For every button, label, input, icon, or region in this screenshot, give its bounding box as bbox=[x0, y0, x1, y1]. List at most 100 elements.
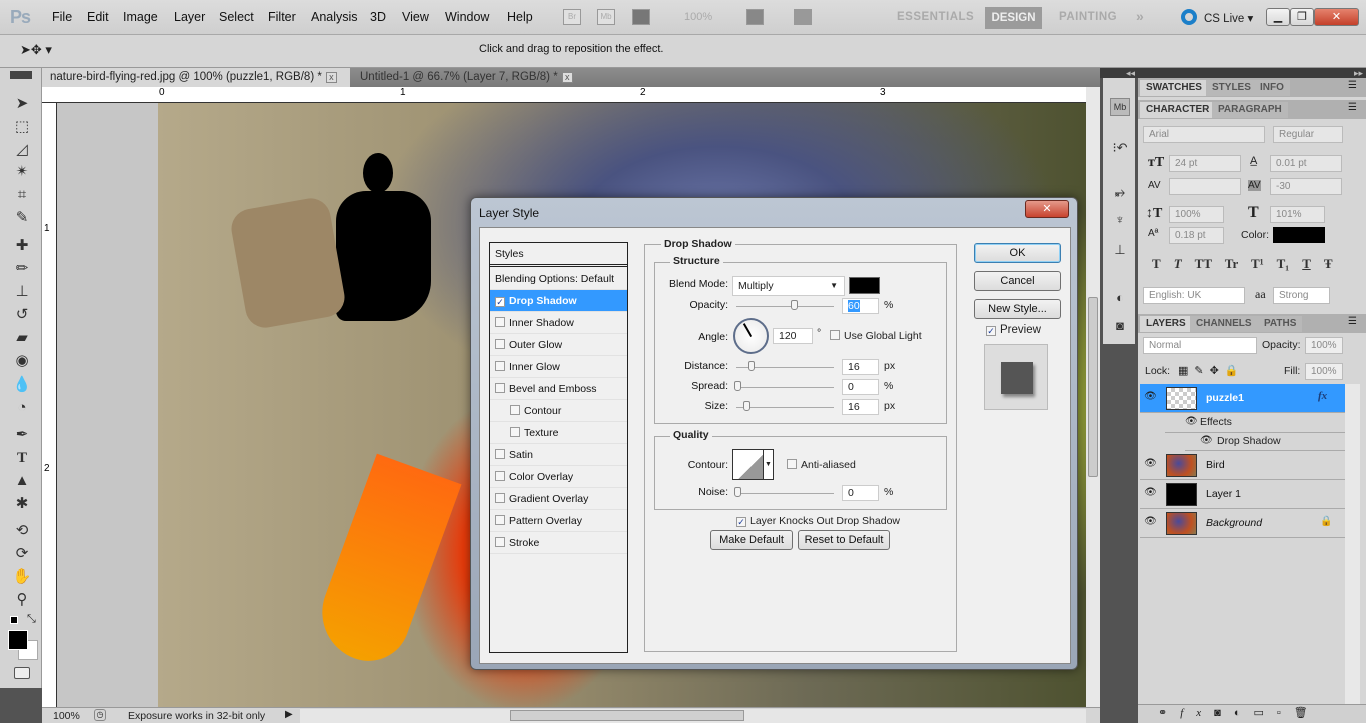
opacity-input[interactable]: 60 bbox=[842, 298, 879, 314]
text-color-swatch[interactable] bbox=[1273, 227, 1325, 243]
spread-input[interactable]: 0 bbox=[842, 379, 879, 395]
tab-paragraph[interactable]: PARAGRAPH bbox=[1212, 102, 1288, 118]
crop-tool-icon[interactable]: ⌗ bbox=[12, 185, 32, 205]
size-slider-thumb[interactable] bbox=[743, 401, 750, 411]
delete-layer-icon[interactable]: 🗑 bbox=[1294, 707, 1321, 719]
brush-presets-panel-icon[interactable]: ⥵ bbox=[1110, 184, 1130, 202]
checkbox[interactable] bbox=[495, 449, 505, 459]
underline-button[interactable]: T bbox=[1302, 256, 1310, 271]
checkbox[interactable] bbox=[495, 361, 505, 371]
close-window-button[interactable]: ✕ bbox=[1314, 8, 1359, 26]
antialias-select[interactable]: Strong bbox=[1273, 287, 1330, 304]
style-item-bevel-and-emboss[interactable]: Bevel and Emboss bbox=[490, 378, 627, 400]
eye-icon[interactable]: 👁 bbox=[1143, 458, 1158, 471]
size-input[interactable]: 16 bbox=[842, 399, 879, 415]
checkbox[interactable] bbox=[495, 339, 505, 349]
history-panel-icon[interactable]: ⁝↶ bbox=[1110, 140, 1130, 158]
size-slider[interactable] bbox=[736, 407, 834, 408]
language-select[interactable]: English: UK bbox=[1143, 287, 1245, 304]
eye-icon[interactable]: 👁 bbox=[1143, 487, 1158, 500]
close-tab-icon[interactable]: x bbox=[325, 72, 337, 83]
panel-menu-icon[interactable]: ☰ bbox=[1348, 80, 1357, 91]
cs-live-icon[interactable] bbox=[1181, 9, 1197, 25]
style-item-inner-shadow[interactable]: Inner Shadow bbox=[490, 312, 627, 334]
puzzle-piece[interactable] bbox=[228, 195, 348, 331]
tab-swatches[interactable]: SWATCHES bbox=[1140, 80, 1208, 96]
font-style-select[interactable]: Regular bbox=[1273, 126, 1343, 143]
menu-edit[interactable]: Edit bbox=[87, 10, 109, 24]
tab-character[interactable]: CHARACTER bbox=[1140, 102, 1216, 118]
cancel-button[interactable]: Cancel bbox=[974, 271, 1061, 291]
eyedropper-tool-icon[interactable]: ✎ bbox=[12, 208, 32, 228]
preview-checkbox[interactable]: ✓ Preview bbox=[986, 324, 1041, 336]
zoom-level[interactable]: 100% bbox=[684, 11, 712, 23]
arrange-documents-icon[interactable] bbox=[746, 9, 764, 25]
checkbox[interactable] bbox=[510, 405, 520, 415]
mini-bridge-panel-icon[interactable]: Mb bbox=[1110, 98, 1130, 116]
anti-aliased-checkbox[interactable]: Anti-aliased bbox=[787, 459, 856, 471]
panel-menu-icon[interactable]: ☰ bbox=[1348, 316, 1357, 327]
new-style-button[interactable]: New Style... bbox=[974, 299, 1061, 319]
shadow-color-swatch[interactable] bbox=[849, 277, 880, 294]
layer-row-puzzle1[interactable]: 👁 puzzle1 fx bbox=[1140, 384, 1345, 413]
dialog-close-button[interactable]: ✕ bbox=[1025, 200, 1069, 218]
style-item-texture[interactable]: Texture bbox=[490, 422, 627, 444]
vertical-scrollbar[interactable] bbox=[1086, 87, 1100, 707]
distance-input[interactable]: 16 bbox=[842, 359, 879, 375]
noise-input[interactable]: 0 bbox=[842, 485, 879, 501]
faux-italic-button[interactable]: T bbox=[1174, 256, 1182, 271]
scrollbar-thumb[interactable] bbox=[510, 710, 744, 721]
move-tool-preset-icon[interactable]: ➤✥ ▾ bbox=[20, 42, 52, 58]
spread-slider-thumb[interactable] bbox=[734, 381, 741, 391]
restore-button[interactable]: ❐ bbox=[1290, 8, 1314, 26]
style-item-outer-glow[interactable]: Outer Glow bbox=[490, 334, 627, 356]
eye-icon[interactable]: 👁 bbox=[1143, 391, 1158, 404]
layers-scrollbar[interactable] bbox=[1345, 384, 1360, 704]
new-adjustment-layer-icon[interactable]: ◐ bbox=[1234, 707, 1254, 719]
adjustments-panel-icon[interactable]: ◐ bbox=[1110, 290, 1130, 308]
workspace-essentials[interactable]: ESSENTIALS bbox=[897, 11, 974, 23]
brush-tool-icon[interactable]: ✏ bbox=[12, 259, 32, 279]
mini-bridge-icon[interactable]: Mb bbox=[597, 9, 615, 25]
font-family-select[interactable]: Arial bbox=[1143, 126, 1265, 143]
style-item-gradient-overlay[interactable]: Gradient Overlay bbox=[490, 488, 627, 510]
angle-input[interactable]: 120 bbox=[773, 328, 813, 344]
status-menu-arrow-icon[interactable]: ▶ bbox=[285, 709, 293, 720]
bridge-icon[interactable]: Br bbox=[563, 9, 581, 25]
zoom-tool-icon[interactable]: ⚲ bbox=[12, 590, 32, 610]
layer-row-background[interactable]: 👁 Background 🔒 bbox=[1140, 509, 1345, 538]
lock-options-icons[interactable]: ▦✎✥🔒 bbox=[1178, 364, 1245, 377]
link-layers-icon[interactable]: ⚭ bbox=[1158, 707, 1180, 719]
faux-bold-button[interactable]: T bbox=[1152, 256, 1160, 271]
menu-3d[interactable]: 3D bbox=[370, 10, 386, 24]
layer-row-bird[interactable]: 👁 Bird bbox=[1140, 451, 1345, 480]
menu-view[interactable]: View bbox=[402, 10, 429, 24]
noise-slider-thumb[interactable] bbox=[734, 487, 741, 497]
menu-window[interactable]: Window bbox=[445, 10, 489, 24]
layer-opacity-field[interactable]: 100% bbox=[1305, 337, 1343, 354]
quick-mask-icon[interactable] bbox=[14, 667, 30, 679]
new-group-icon[interactable]: ▭ bbox=[1253, 707, 1276, 719]
workspace-design[interactable]: DESIGN bbox=[985, 7, 1042, 29]
3d-rotate-tool-icon[interactable]: ⟲ bbox=[12, 521, 32, 541]
angle-dial[interactable] bbox=[733, 318, 769, 354]
contour-picker[interactable]: ▼ bbox=[732, 449, 774, 480]
layer-effects-row[interactable]: 👁 Effects bbox=[1165, 413, 1345, 433]
new-layer-icon[interactable]: ▫ bbox=[1277, 707, 1294, 719]
magic-wand-tool-icon[interactable]: ✴ bbox=[12, 162, 32, 182]
all-caps-button[interactable]: TT bbox=[1195, 256, 1212, 271]
style-item-pattern-overlay[interactable]: Pattern Overlay bbox=[490, 510, 627, 532]
style-item-inner-glow[interactable]: Inner Glow bbox=[490, 356, 627, 378]
paint-bucket-tool-icon[interactable]: ◉ bbox=[12, 351, 32, 371]
document-tab[interactable]: Untitled-1 @ 66.7% (Layer 7, RGB/8) * x bbox=[352, 68, 582, 87]
close-tab-icon[interactable]: x bbox=[561, 72, 573, 83]
eye-icon[interactable]: 👁 bbox=[1185, 416, 1198, 427]
tab-styles[interactable]: STYLES bbox=[1206, 80, 1257, 96]
use-global-light-checkbox[interactable]: Use Global Light bbox=[830, 330, 922, 342]
eye-icon[interactable]: 👁 bbox=[1143, 516, 1158, 529]
screen-mode-icon[interactable] bbox=[794, 9, 812, 25]
status-zoom[interactable]: 100% bbox=[53, 710, 80, 722]
dodge-tool-icon[interactable]: ◔ bbox=[12, 398, 32, 418]
strikethrough-button[interactable]: Ŧ bbox=[1324, 256, 1333, 271]
layer-row-layer1[interactable]: 👁 Layer 1 bbox=[1140, 480, 1345, 509]
